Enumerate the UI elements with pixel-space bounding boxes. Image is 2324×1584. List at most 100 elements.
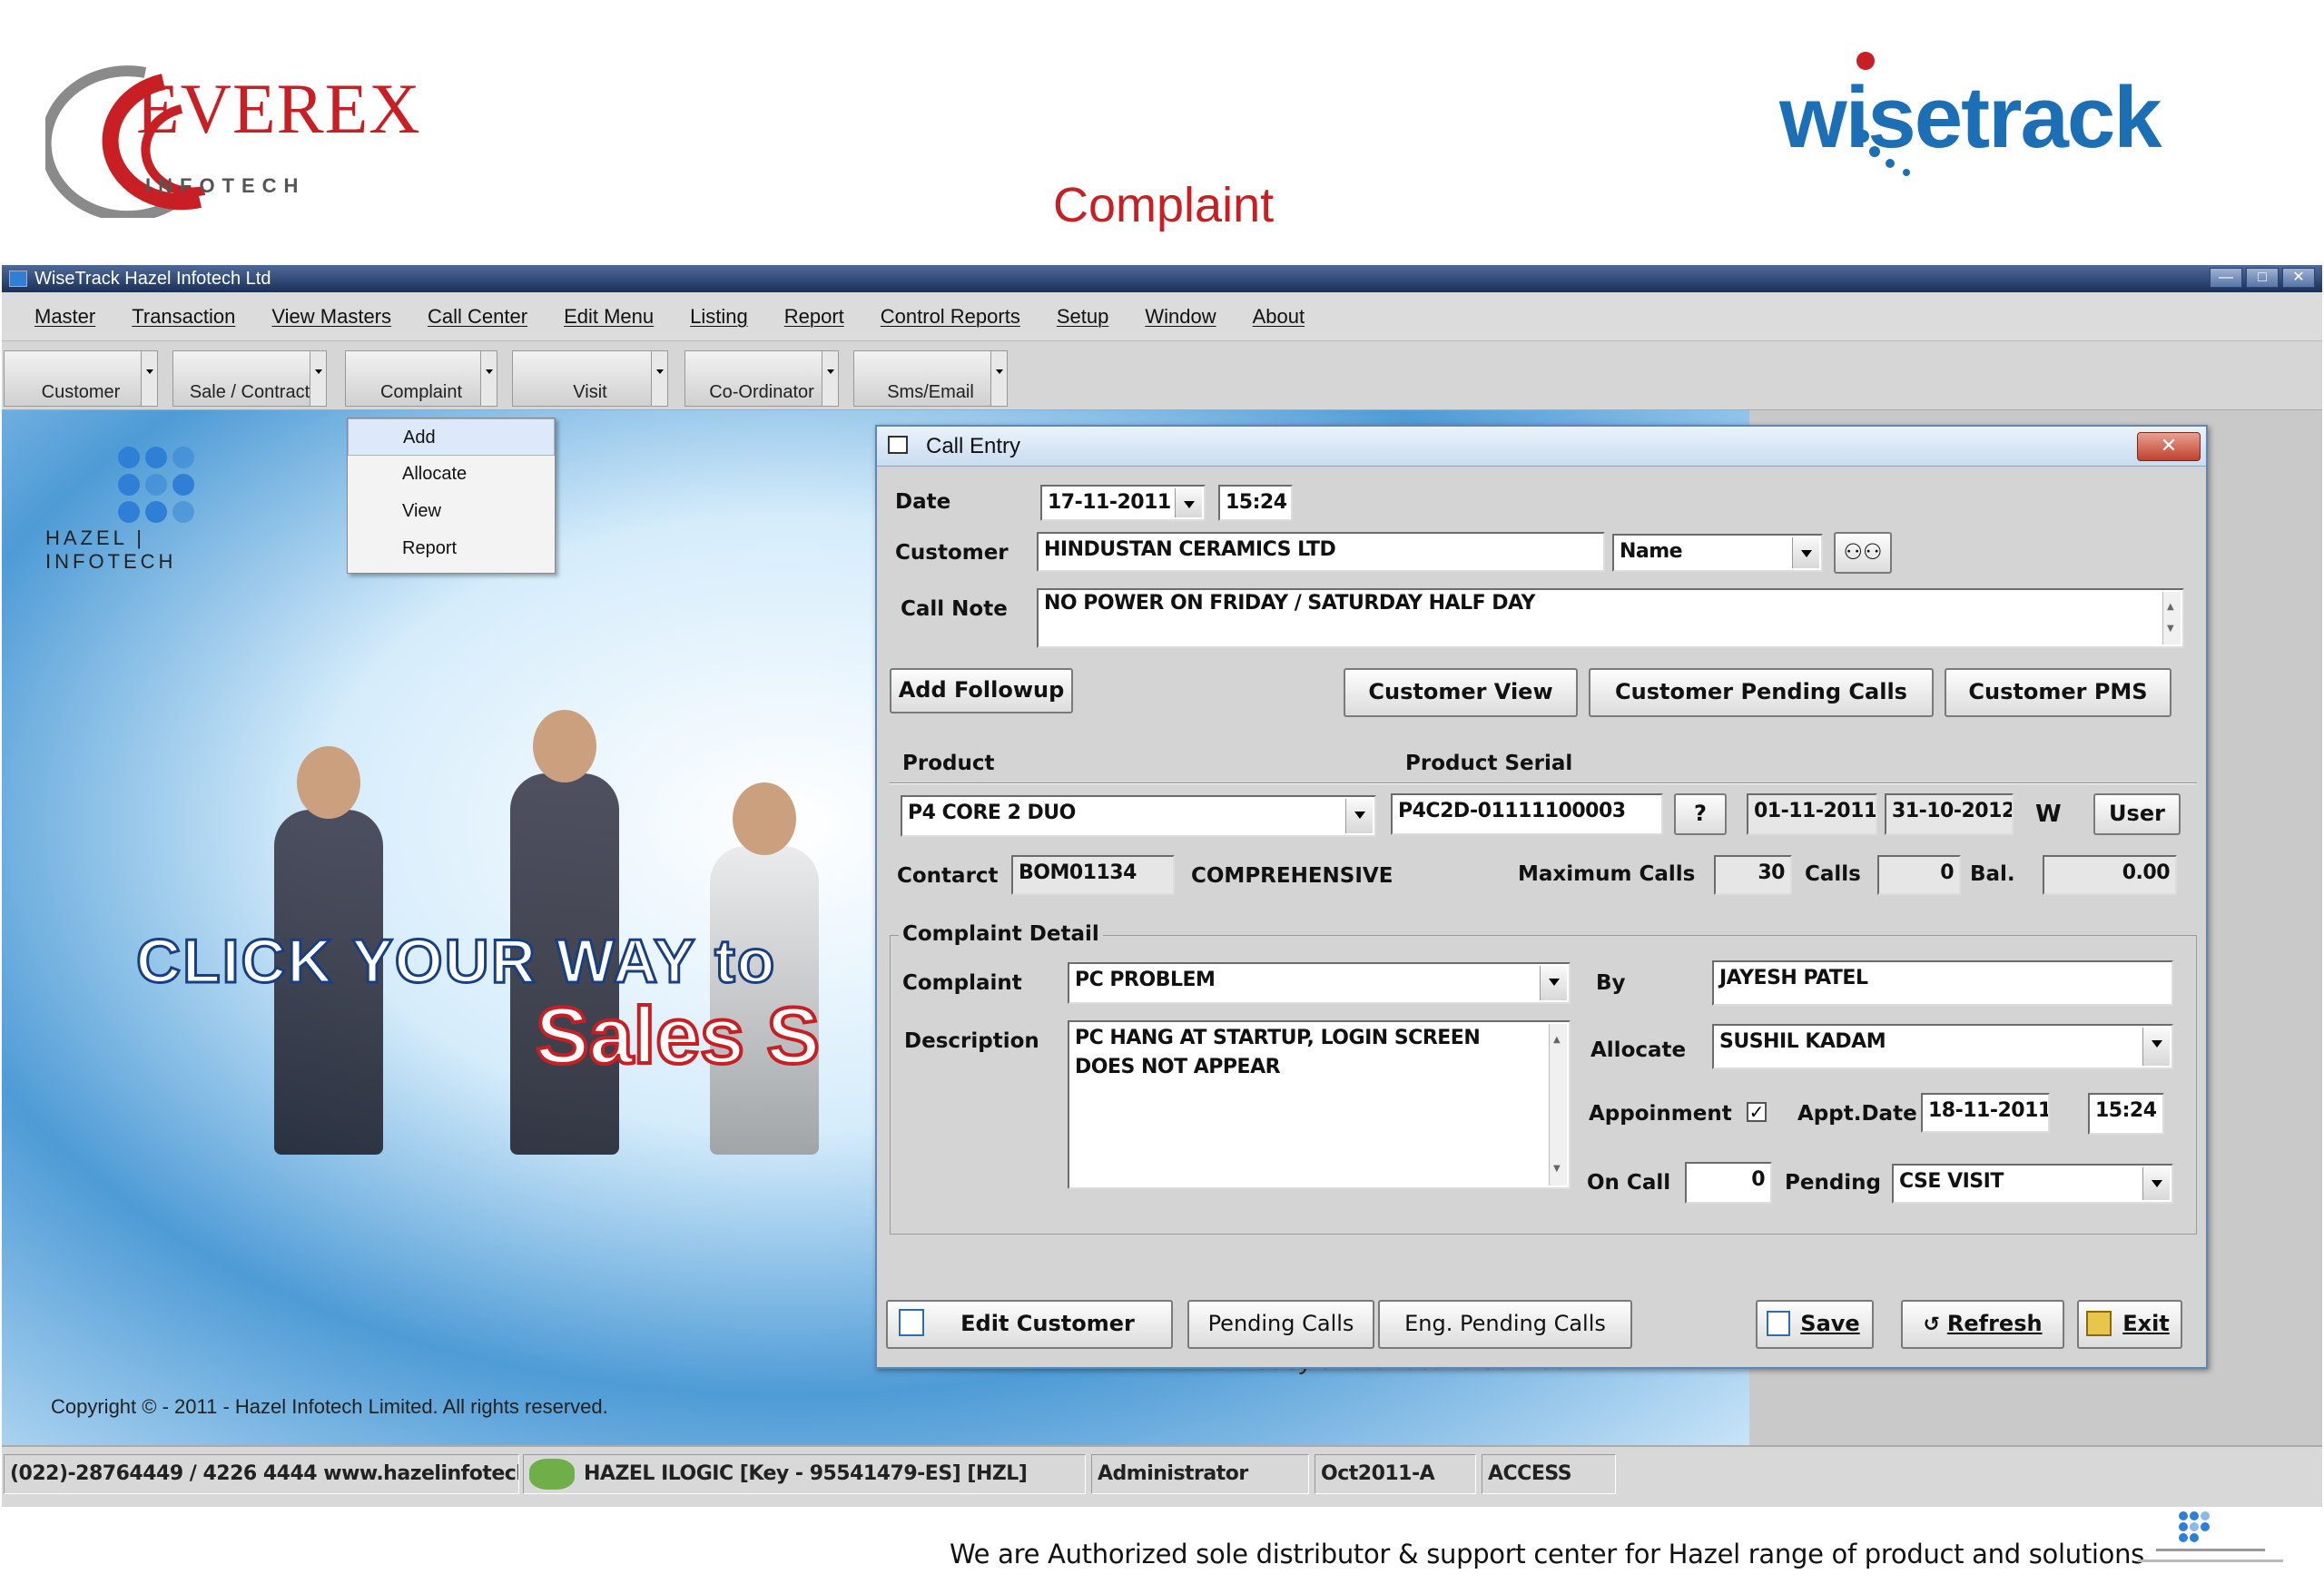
date-value: 17-11-2011 [1048,491,1171,514]
chevron-down-icon[interactable] [1175,488,1202,517]
chevron-down-icon[interactable] [1792,537,1819,568]
allocate-select[interactable]: SUSHIL KADAM [1712,1024,2173,1069]
search-by-select[interactable]: Name [1612,534,1823,572]
toolbar-sms-email[interactable]: Sms/Email [853,350,1008,407]
toolbar-complaint[interactable]: Complaint [345,350,497,407]
menu-report[interactable]: Report [784,305,844,329]
chevron-down-icon[interactable] [651,351,667,406]
appointment-label: Appoinment [1589,1102,1732,1126]
call-note-field[interactable]: NO POWER ON FRIDAY / SATURDAY HALF DAY [1037,588,2184,648]
description-field[interactable]: PC HANG AT STARTUP, LOGIN SCREEN DOES NO… [1068,1020,1571,1189]
serial-help-button[interactable]: ? [1674,793,1727,835]
date-field[interactable]: 17-11-2011 [1040,485,1206,521]
close-window-button[interactable]: ✕ [2282,268,2315,288]
find-customer-button[interactable]: ⚇⚇ [1834,532,1892,574]
customer-pending-calls-button[interactable]: Customer Pending Calls [1589,668,1934,717]
product-serial-label: Product Serial [1405,752,1573,775]
chevron-down-icon[interactable] [822,351,838,406]
binoculars-icon: ⚇⚇ [1843,539,1883,565]
people-image [533,710,596,782]
scrollbar[interactable] [2162,592,2181,644]
by-field[interactable]: JAYESH PATEL [1712,960,2173,1006]
minimize-button[interactable]: — [2210,268,2242,288]
chevron-down-icon[interactable] [1345,799,1373,833]
slogan-line-1: CLICK YOUR WAY to [134,926,777,998]
eng-pending-calls-button[interactable]: Eng. Pending Calls [1378,1300,1632,1349]
calls-field: 0 [1877,855,1961,895]
balance-field: 0.00 [2043,855,2177,895]
chevron-down-icon[interactable] [2142,1028,2170,1066]
edit-customer-label: Edit Customer [960,1311,1135,1336]
appt-date-field[interactable]: 18-11-2011 [1921,1093,2050,1133]
toolbar-visit-label: Visit [573,382,607,402]
menu-call-center[interactable]: Call Center [428,305,527,329]
user-button[interactable]: User [2093,793,2181,835]
chevron-down-icon[interactable] [990,351,1007,406]
customer-label: Customer [895,541,1009,565]
toolbar-visit[interactable]: Visit [512,350,668,407]
toolbar-sale-contract[interactable]: Sale / Contract [172,350,327,407]
product-serial-field[interactable]: P4C2D-01111100003 [1391,793,1663,835]
complaint-select[interactable]: PC PROBLEM [1068,962,1571,1004]
copyright-text: Copyright © - 2011 - Hazel Infotech Limi… [51,1395,608,1418]
customer-pms-button[interactable]: Customer PMS [1945,668,2171,717]
menu-control-reports[interactable]: Control Reports [881,305,1020,329]
hazel-brand-text: HAZEL | INFOTECH [45,526,177,573]
exit-door-icon [2086,1311,2112,1336]
chevron-down-icon[interactable] [480,351,497,406]
pending-select[interactable]: CSE VISIT [1892,1164,2173,1204]
refresh-button[interactable]: ↺ Refresh [1901,1300,2064,1349]
customer-view-button[interactable]: Customer View [1344,668,1578,717]
menu-about[interactable]: About [1253,305,1305,329]
chevron-down-icon[interactable] [141,351,157,406]
chevron-down-icon[interactable] [310,351,326,406]
menu-view-masters[interactable]: View Masters [271,305,391,329]
menu-setup[interactable]: Setup [1057,305,1109,329]
menu-item-view[interactable]: View [348,493,555,530]
menu-transaction[interactable]: Transaction [132,305,235,329]
description-line-2: DOES NOT APPEAR [1075,1056,1281,1078]
save-icon [1767,1311,1790,1336]
edit-customer-button[interactable]: Edit Customer [886,1300,1173,1349]
maximize-button[interactable]: □ [2246,268,2279,288]
chevron-down-icon[interactable] [1540,966,1567,1000]
call-entry-dialog: Call Entry ✕ Date 17-11-2011 15:24 Custo… [875,425,2208,1369]
description-line-1: PC HANG AT STARTUP, LOGIN SCREEN [1075,1027,1481,1049]
menu-item-allocate[interactable]: Allocate [348,456,555,493]
product-select[interactable]: P4 CORE 2 DUO [901,795,1376,837]
menu-edit-menu[interactable]: Edit Menu [564,305,654,329]
customer-field[interactable]: HINDUSTAN CERAMICS LTD [1037,532,1605,572]
menu-listing[interactable]: Listing [690,305,748,329]
pending-calls-button[interactable]: Pending Calls [1187,1300,1374,1349]
chevron-down-icon[interactable] [2142,1167,2170,1200]
refresh-icon: ↺ [1923,1313,1940,1336]
appt-time-field[interactable]: 15:24 [2088,1093,2164,1135]
menu-item-report[interactable]: Report [348,530,555,567]
menu-master[interactable]: Master [34,305,95,329]
toolbar-co-ordinator[interactable]: Co-Ordinator [684,350,839,407]
window-titlebar: WiseTrack Hazel Infotech Ltd — □ ✕ [2,265,2322,292]
menu-item-add[interactable]: Add [348,418,555,456]
add-followup-button[interactable]: Add Followup [890,668,1073,713]
toolbar-sms-email-label: Sms/Email [887,382,974,402]
time-field[interactable]: 15:24 [1218,485,1293,521]
on-call-field[interactable]: 0 [1685,1162,1772,1204]
toolbar-customer[interactable]: Customer [4,350,158,407]
date-label: Date [895,490,951,514]
appointment-checkbox[interactable]: ✓ [1747,1102,1767,1122]
slogan-line-2: Sales S [534,989,822,1082]
dialog-titlebar: Call Entry ✕ [877,427,2206,467]
appt-date-label: Appt.Date [1797,1102,1917,1126]
scrollbar[interactable] [1549,1024,1567,1186]
save-button[interactable]: Save [1756,1300,1874,1349]
application-window: WiseTrack Hazel Infotech Ltd — □ ✕ Maste… [2,265,2322,1507]
status-license: HAZEL ILOGIC [Key - 95541479-ES] [HZL] [523,1454,1086,1494]
wisetrack-logo: wisetrack [1779,69,2162,166]
people-image [297,746,360,819]
contract-field: BOM01134 [1011,855,1175,895]
exit-button[interactable]: Exit [2077,1300,2182,1349]
menu-window[interactable]: Window [1145,305,1216,329]
maximum-calls-label: Maximum Calls [1518,862,1696,886]
hazel-footer-logo [2138,1511,2283,1562]
dialog-close-button[interactable]: ✕ [2137,432,2201,461]
